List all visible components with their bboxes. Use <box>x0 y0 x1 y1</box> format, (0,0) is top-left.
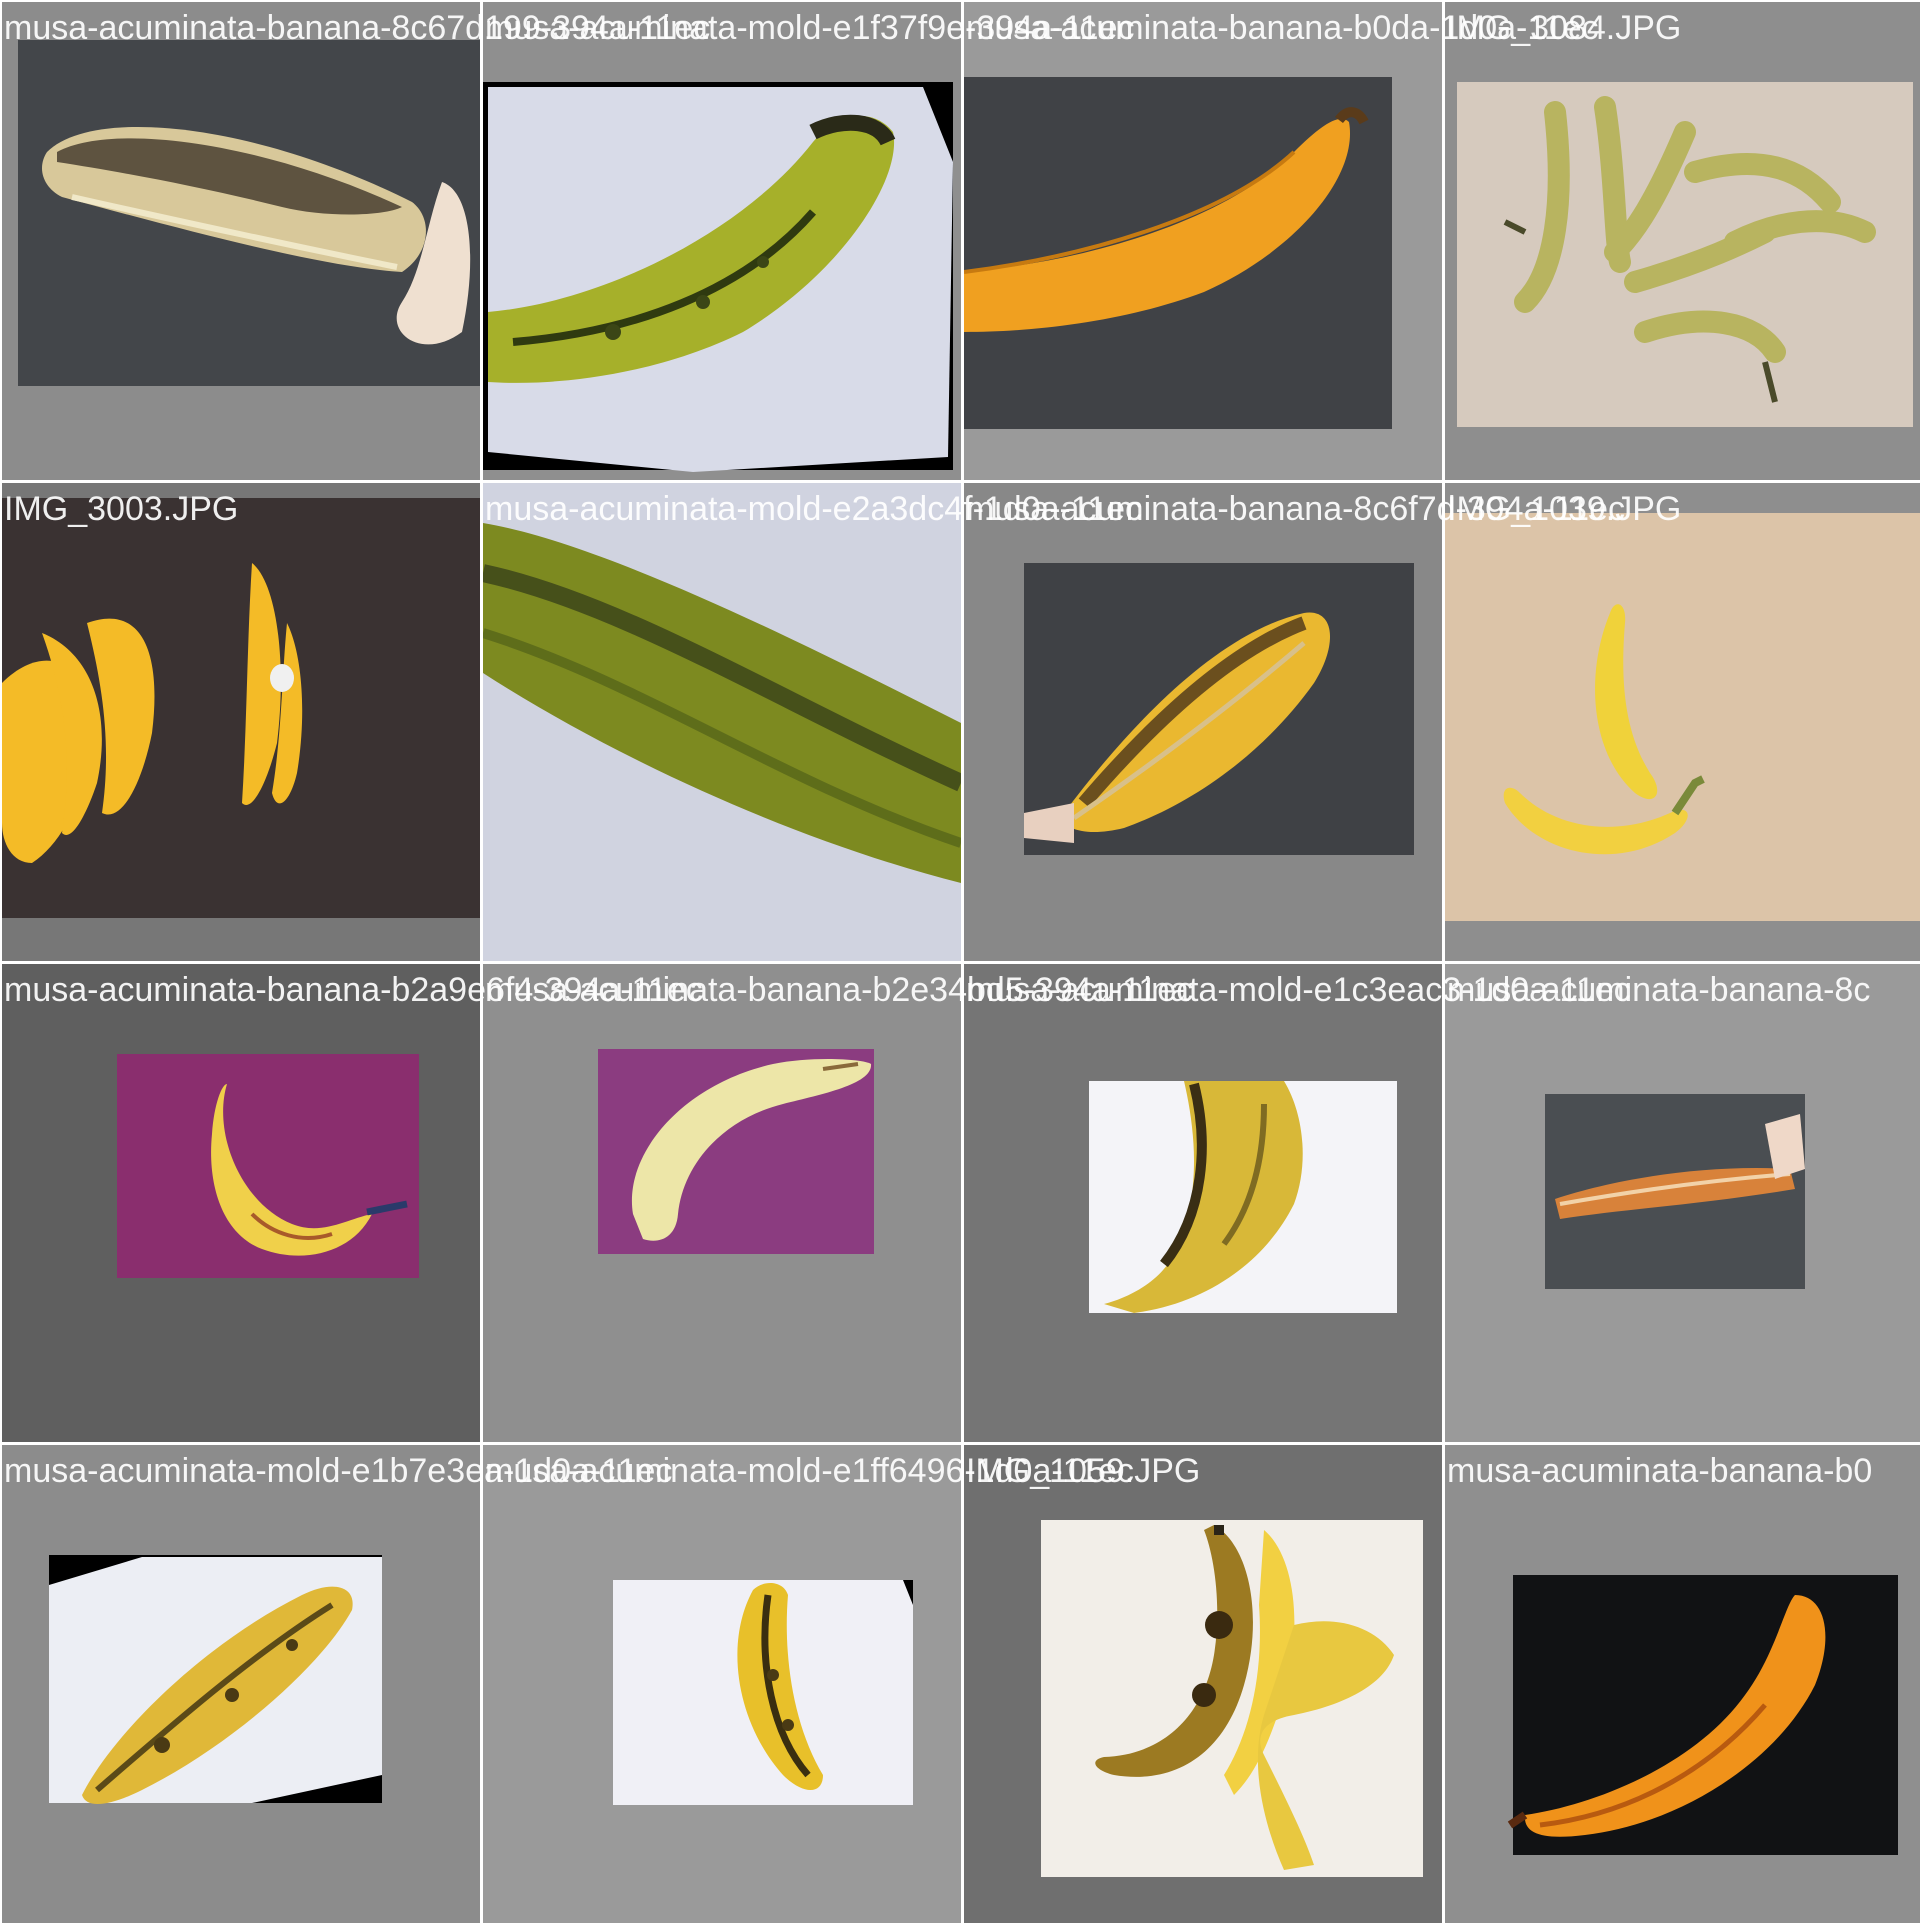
orange-banana-image <box>964 2 1442 480</box>
banana-closeup-image <box>483 483 961 961</box>
image-tile[interactable]: musa-acuminata-banana-b2a9e6f4-394a-11ec <box>2 964 703 1442</box>
tile-image <box>483 2 961 480</box>
image-tile[interactable]: musa-acuminata-mold-e1b7e3ea-1d0a-11ec <box>2 1445 672 1923</box>
spotted-banana-upright-image <box>483 1445 961 1923</box>
image-tile[interactable]: musa-acuminata-mold-e2a3dc4f-1d0a-11ec <box>483 483 1142 961</box>
tile-image <box>2 483 480 961</box>
image-tile[interactable]: musa-acuminata-banana-8c6f7d-394a-11ec <box>964 483 1625 961</box>
tile-image <box>964 964 1442 1442</box>
image-tile[interactable]: musa-acuminata-banana-b0 <box>1445 1445 1920 1923</box>
image-tile[interactable]: musa-acuminata-banana-b0da-1d0a-11ec <box>964 2 1599 480</box>
image-tile[interactable]: musa-acuminata-mold-e1ff6496-1d0a-11ec <box>483 1445 1134 1923</box>
image-tile[interactable]: musa-acuminata-mold-e1c3eac3-1d0a-11ec <box>964 964 1631 1442</box>
banana-purple-image <box>2 964 480 1442</box>
tile-image <box>2 2 480 480</box>
peeled-banana-image <box>964 483 1442 961</box>
tile-image <box>483 1445 961 1923</box>
peeled-banana-small-image <box>1445 964 1920 1442</box>
image-grid: musa-acuminata-banana-8c67d199-394a-11ec… <box>0 0 1920 1923</box>
tile-image <box>1445 1445 1920 1923</box>
banana-bunch-image <box>1445 2 1920 480</box>
peeled-banana-image <box>2 2 480 480</box>
tile-image <box>483 964 961 1442</box>
tile-image <box>964 483 1442 961</box>
green-banana-image <box>483 2 961 480</box>
image-tile[interactable]: musa-acuminata-banana-8c67d199-394a-11ec <box>2 2 710 480</box>
tile-image <box>964 2 1442 480</box>
pale-banana-purple-image <box>483 964 961 1442</box>
image-tile[interactable]: IMG_1039.JPG <box>1445 483 1920 961</box>
image-tile[interactable]: IMG_3003.JPG <box>2 483 480 961</box>
tile-image <box>2 1445 480 1923</box>
spotted-banana-image <box>2 1445 480 1923</box>
image-tile[interactable]: musa-acuminata-banana-b2e34bd5-394a-11ec <box>483 964 1193 1442</box>
tile-image <box>483 483 961 961</box>
banana-white-image <box>964 964 1442 1442</box>
tile-image <box>1445 483 1920 961</box>
orange-banana-dark-image <box>1445 1445 1920 1923</box>
image-tile[interactable]: musa-acuminata-mold-e1f37f9e-394a-11ec <box>483 2 1135 480</box>
tile-image <box>964 1445 1442 1923</box>
banana-bunches-image <box>2 483 480 961</box>
two-bananas-white-image <box>964 1445 1442 1923</box>
image-tile[interactable]: IMG_3084.JPG <box>1445 2 1920 480</box>
image-tile[interactable]: IMG_1059.JPG <box>964 1445 1442 1923</box>
tile-image <box>2 964 480 1442</box>
tile-image <box>1445 964 1920 1442</box>
image-tile[interactable]: musa-acuminata-banana-8c <box>1445 964 1920 1442</box>
two-bananas-image <box>1445 483 1920 961</box>
tile-image <box>1445 2 1920 480</box>
